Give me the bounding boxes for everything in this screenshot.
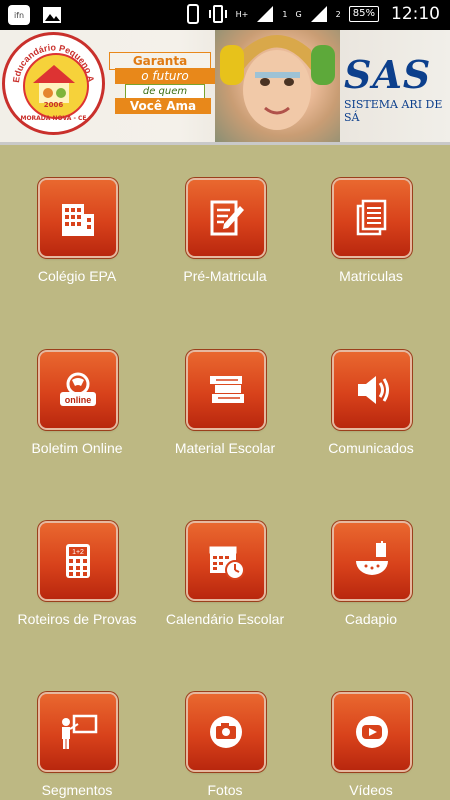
school-logo: Educandário Pequeno Aprendiz 2006 MORADA… — [2, 32, 105, 135]
menu-label: Segmentos — [41, 782, 113, 798]
online-report-icon[interactable]: online — [40, 352, 116, 428]
speaker-icon[interactable] — [334, 352, 410, 428]
building-icon[interactable] — [40, 180, 116, 256]
menu-label: Vídeos — [349, 782, 393, 798]
signal-icon-2 — [310, 6, 327, 22]
network-type-1: H+ — [235, 9, 249, 19]
menu-label: Comunicados — [328, 440, 414, 456]
teacher-board-icon[interactable] — [40, 694, 116, 770]
logo-year: 2006 — [43, 101, 64, 109]
image-icon — [43, 7, 61, 23]
logo-house-icon — [23, 53, 89, 119]
logo-city: MORADA NOVA - CE — [20, 115, 87, 122]
sim1-label: 1 — [282, 9, 288, 19]
books-icon[interactable] — [188, 352, 264, 428]
menu-label: Calendário Escolar — [165, 611, 285, 627]
network-type-2: G — [295, 9, 302, 19]
ifn-app-icon: ifn — [8, 5, 30, 25]
watermelon-drink-icon[interactable] — [334, 523, 410, 599]
sas-name: SISTEMA ARI DE SÁ — [344, 98, 443, 124]
slogan: Garanta o futuro de quem Você Ama — [105, 48, 215, 126]
battery-icon: 85% — [348, 6, 379, 22]
calendar-clock-icon[interactable] — [188, 523, 264, 599]
phone-icon — [186, 4, 199, 24]
play-video-icon[interactable] — [334, 694, 410, 770]
slogan-line-2: o futuro — [115, 68, 215, 84]
menu-label: Pré-Matricula — [183, 268, 267, 284]
sim2-label: 2 — [335, 9, 341, 19]
menu-label: Cadapio — [344, 611, 398, 627]
banner: Educandário Pequeno Aprendiz 2006 MORADA… — [0, 30, 450, 145]
menu-label: Roteiros de Provas — [17, 611, 137, 627]
calculator-icon[interactable]: 1+2 — [40, 523, 116, 599]
sas-logo: SAS SISTEMA ARI DE SÁ — [340, 46, 450, 132]
clock: 12:10 — [391, 4, 440, 24]
status-bar: ifn H+ 1 G 2 85% 12:10 — [0, 0, 450, 30]
form-edit-icon[interactable] — [188, 180, 264, 256]
menu-label: Fotos — [207, 782, 243, 798]
slogan-line-4: Você Ama — [115, 98, 211, 114]
documents-icon[interactable] — [334, 180, 410, 256]
child-photo — [215, 30, 340, 142]
vibrate-icon — [208, 5, 227, 23]
svg-text:online: online — [65, 395, 92, 405]
svg-text:1+2: 1+2 — [72, 549, 84, 556]
menu-label: Boletim Online — [31, 440, 123, 456]
camera-icon[interactable] — [188, 694, 264, 770]
menu-label: Colégio EPA — [37, 268, 117, 284]
menu-label: Matriculas — [339, 268, 403, 284]
menu-label: Material Escolar — [174, 440, 276, 456]
sas-mark: SAS — [344, 52, 432, 97]
signal-icon-1 — [257, 6, 274, 22]
